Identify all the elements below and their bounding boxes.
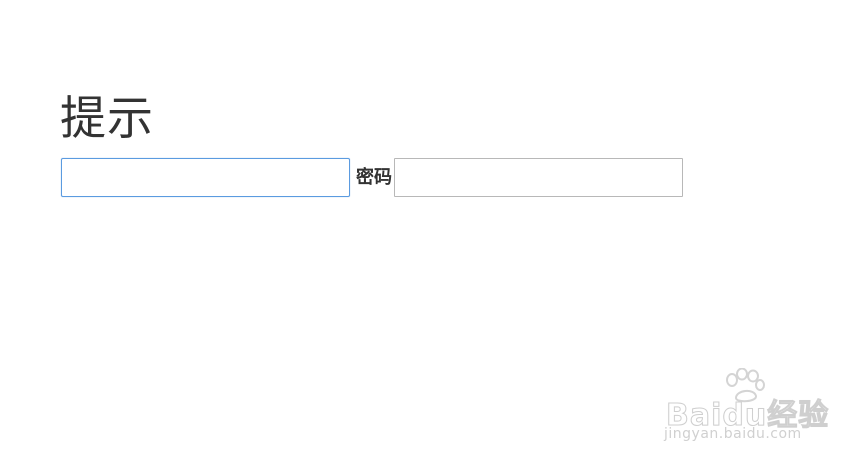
- watermark-brand: Baidu经验: [665, 398, 830, 434]
- password-input[interactable]: [394, 158, 683, 197]
- paw-icon: [726, 368, 765, 403]
- password-label: 密码: [356, 167, 392, 188]
- page-title: 提示: [60, 91, 154, 145]
- watermark-url: jingyan.baidu.com: [664, 426, 802, 442]
- username-input[interactable]: [61, 158, 350, 197]
- watermark: Baidu经验 jingyan.baidu.com: [664, 368, 844, 448]
- login-form-row: 密码: [61, 158, 683, 197]
